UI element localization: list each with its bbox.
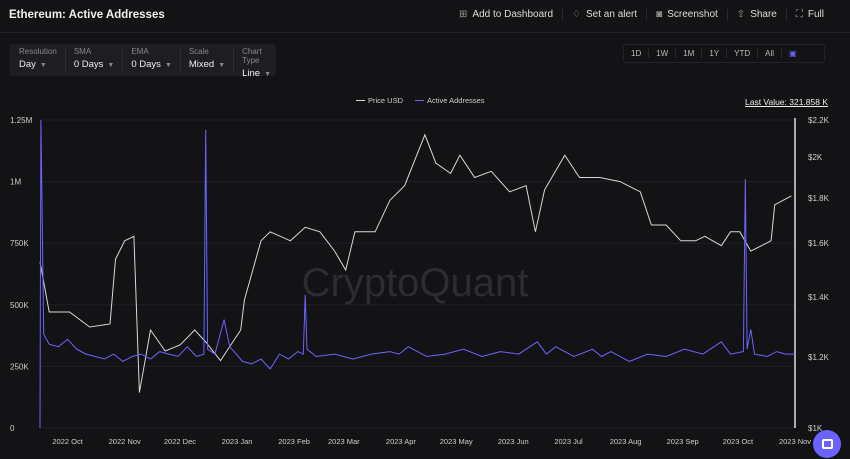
left-axis-tick-label: 750K <box>10 239 29 248</box>
x-axis-tick-label: 2023 Jan <box>222 437 253 446</box>
chat-button[interactable] <box>813 430 841 458</box>
left-axis-tick-label: 0 <box>10 424 15 433</box>
x-axis-tick-label: 2023 Aug <box>610 437 642 446</box>
right-axis-tick-label: $1.2K <box>808 353 830 362</box>
x-axis-tick-label: 2023 Mar <box>328 437 360 446</box>
x-axis-tick-label: 2023 Apr <box>386 437 417 446</box>
chart-area[interactable]: CryptoQuant0250K500K750K1M1.25M$1K$1.2K$… <box>0 0 850 459</box>
x-axis-tick-label: 2022 Oct <box>52 437 83 446</box>
x-axis-tick-label: 2023 Nov <box>779 437 811 446</box>
x-axis-tick-label: 2023 Jul <box>554 437 583 446</box>
left-axis-tick-label: 250K <box>10 362 29 371</box>
x-axis-tick-label: 2023 May <box>440 437 473 446</box>
left-axis-tick-label: 500K <box>10 301 29 310</box>
watermark: CryptoQuant <box>302 261 529 305</box>
chat-icon <box>821 439 833 449</box>
right-axis-tick-label: $2K <box>808 153 823 162</box>
left-axis-tick-label: 1M <box>10 178 21 187</box>
x-axis-tick-label: 2022 Nov <box>109 437 141 446</box>
x-axis-tick-label: 2022 Dec <box>164 437 196 446</box>
left-axis-tick-label: 1.25M <box>10 116 33 125</box>
x-axis-tick-label: 2023 Jun <box>498 437 529 446</box>
right-axis-tick-label: $1.6K <box>808 239 830 248</box>
right-axis-tick-label: $1.4K <box>808 293 830 302</box>
x-axis-tick-label: 2023 Feb <box>278 437 310 446</box>
x-axis-tick-label: 2023 Sep <box>667 437 699 446</box>
x-axis-tick-label: 2023 Oct <box>723 437 754 446</box>
right-axis-tick-label: $1.8K <box>808 194 830 203</box>
right-axis-tick-label: $2.2K <box>808 116 830 125</box>
